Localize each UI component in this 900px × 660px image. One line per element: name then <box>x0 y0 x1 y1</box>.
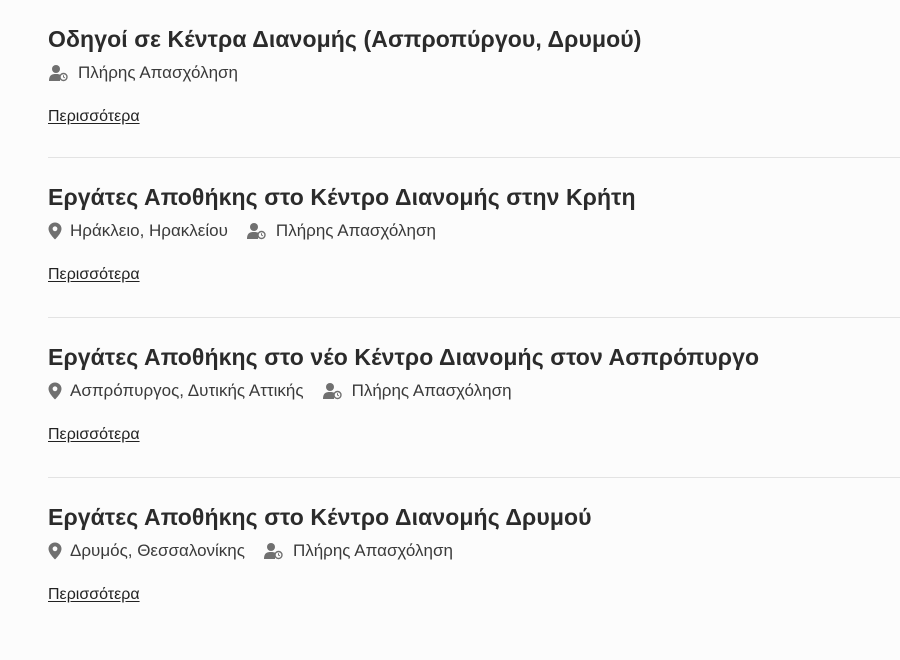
employment-type: Πλήρης Απασχόληση <box>48 63 238 83</box>
more-link[interactable]: Περισσότερα <box>48 426 140 444</box>
map-pin-icon <box>48 222 62 240</box>
more-link[interactable]: Περισσότερα <box>48 266 140 284</box>
employment-type: Πλήρης Απασχόληση <box>246 221 436 241</box>
employment-type-label: Πλήρης Απασχόληση <box>351 381 512 400</box>
employment-type-label: Πλήρης Απασχόληση <box>275 221 436 240</box>
job-title[interactable]: Εργάτες Αποθήκης στο Κέντρο Διανομής στη… <box>48 182 900 212</box>
job-title[interactable]: Εργάτες Αποθήκης στο νέο Κέντρο Διανομής… <box>48 342 900 372</box>
employment-type: Πλήρης Απασχόληση <box>322 381 512 401</box>
user-clock-icon <box>263 543 283 560</box>
user-clock-icon <box>246 223 266 240</box>
job-card: Εργάτες Αποθήκης στο Κέντρο Διανομής Δρυ… <box>48 478 900 638</box>
job-card: Εργάτες Αποθήκης στο νέο Κέντρο Διανομής… <box>48 318 900 478</box>
job-location-label: Δρυμός, Θεσσαλονίκης <box>70 541 245 560</box>
user-clock-icon <box>49 65 68 82</box>
employment-type-label: Πλήρης Απασχόληση <box>78 63 238 82</box>
job-title[interactable]: Εργάτες Αποθήκης στο Κέντρο Διανομής Δρυ… <box>48 502 900 532</box>
job-card: Εργάτες Αποθήκης στο Κέντρο Διανομής στη… <box>48 158 900 318</box>
job-location: Δρυμός, Θεσσαλονίκης <box>48 541 245 561</box>
job-location-label: Ηράκλειο, Ηρακλείου <box>70 221 228 240</box>
job-meta: Δρυμός, Θεσσαλονίκης Πλήρης Απασχόληση <box>48 540 900 562</box>
user-clock-icon <box>322 383 342 400</box>
job-list: Οδηγοί σε Κέντρα Διανομής (Ασπροπύργου, … <box>48 0 900 638</box>
map-pin-icon <box>48 542 62 560</box>
job-location-label: Ασπρόπυργος, Δυτικής Αττικής <box>70 381 304 400</box>
job-title[interactable]: Οδηγοί σε Κέντρα Διανομής (Ασπροπύργου, … <box>48 24 900 54</box>
job-location: Ασπρόπυργος, Δυτικής Αττικής <box>48 381 304 401</box>
employment-type-label: Πλήρης Απασχόληση <box>292 541 453 560</box>
more-link[interactable]: Περισσότερα <box>48 586 140 604</box>
job-location: Ηράκλειο, Ηρακλείου <box>48 221 228 241</box>
job-meta: Ασπρόπυργος, Δυτικής Αττικής Πλήρης Απασ… <box>48 380 900 402</box>
job-meta: Πλήρης Απασχόληση <box>48 62 900 84</box>
more-link[interactable]: Περισσότερα <box>48 108 140 126</box>
map-pin-icon <box>48 382 62 400</box>
job-card: Οδηγοί σε Κέντρα Διανομής (Ασπροπύργου, … <box>48 0 900 158</box>
job-meta: Ηράκλειο, Ηρακλείου Πλήρης Απασχόληση <box>48 220 900 242</box>
employment-type: Πλήρης Απασχόληση <box>263 541 453 561</box>
